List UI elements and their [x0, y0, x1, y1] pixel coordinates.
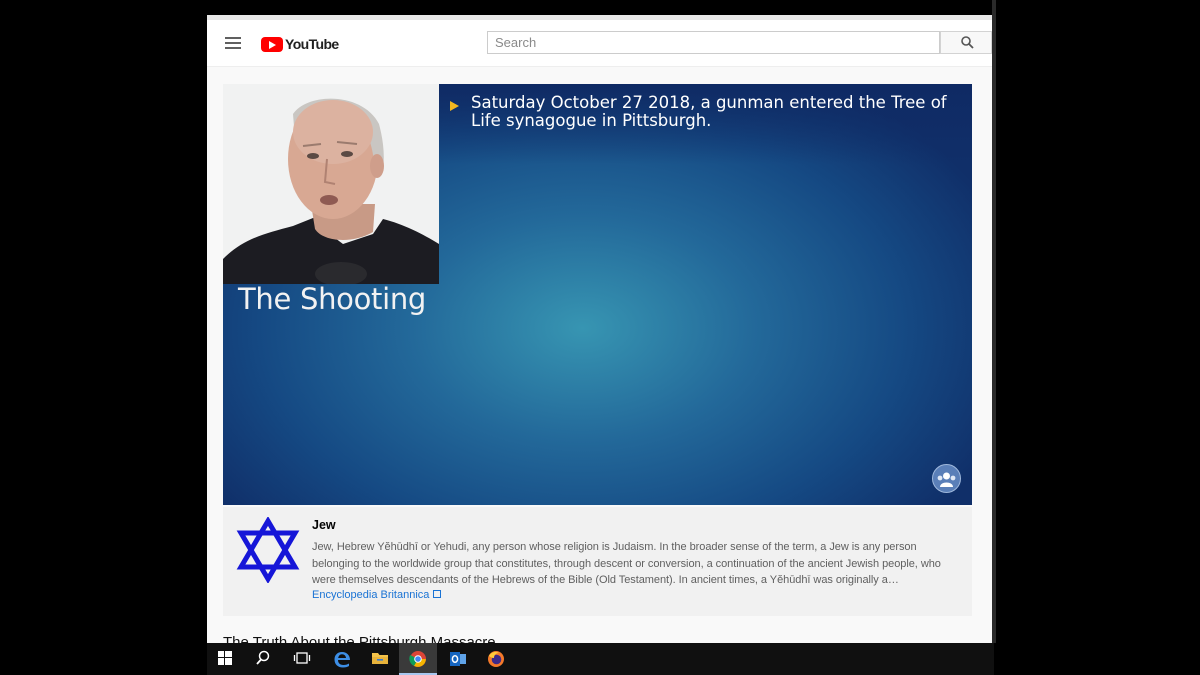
search-button[interactable]	[940, 31, 992, 54]
video-player[interactable]: Saturday October 27 2018, a gunman enter…	[223, 84, 972, 505]
windows-start-button[interactable]	[207, 643, 245, 675]
info-panel-description: Jew, Hebrew Yĕhūdhī or Yehudi, any perso…	[312, 541, 941, 586]
file-explorer-icon	[372, 653, 388, 664]
search-input[interactable]	[487, 31, 940, 54]
task-view-icon	[293, 652, 311, 664]
search-icon	[256, 650, 270, 665]
youtube-logo[interactable]: YouTube	[261, 34, 339, 54]
slide-title: The Shooting	[238, 282, 427, 316]
edge-browser-icon	[334, 652, 350, 668]
information-panel: Jew Jew, Hebrew Yĕhūdhī or Yehudi, any p…	[223, 507, 972, 616]
taskbar-search-button[interactable]	[245, 643, 283, 675]
menu-icon[interactable]	[225, 37, 241, 49]
taskbar-edge-button[interactable]	[323, 643, 361, 675]
slide-bullet: Saturday October 27 2018, a gunman enter…	[450, 94, 960, 130]
taskbar-firefox-button[interactable]	[477, 643, 515, 675]
star-of-david-icon	[236, 517, 300, 583]
firefox-browser-icon	[488, 651, 504, 667]
outlook-icon	[450, 652, 466, 666]
external-link-icon	[433, 590, 442, 598]
chrome-browser-icon	[409, 651, 426, 667]
video-title: The Truth About the Pittsburgh Massacre	[223, 634, 496, 643]
windows-start-icon	[218, 651, 232, 665]
windows-taskbar	[207, 643, 994, 675]
webcam-presenter-image	[223, 84, 439, 284]
background-strip	[992, 0, 996, 643]
info-panel-title: Jew	[312, 518, 336, 532]
taskbar-file-explorer-button[interactable]	[361, 643, 399, 675]
source-link[interactable]: Encyclopedia Britannica	[312, 589, 442, 601]
youtube-header: YouTube	[207, 20, 992, 67]
browser-window: YouTube Search Saturday October 27 2018,…	[207, 15, 992, 643]
task-view-button[interactable]	[283, 643, 321, 675]
taskbar-chrome-button[interactable]	[399, 643, 437, 675]
bullet-arrow-icon	[450, 101, 459, 111]
search-icon	[961, 36, 974, 49]
logo-text: YouTube	[285, 36, 339, 52]
slide-bullet-text: Saturday October 27 2018, a gunman enter…	[471, 93, 947, 130]
taskbar-outlook-button[interactable]	[439, 643, 477, 675]
youtube-play-icon	[261, 36, 283, 52]
source-link-text: Encyclopedia Britannica	[312, 589, 430, 601]
channel-watermark-icon[interactable]	[932, 464, 961, 493]
